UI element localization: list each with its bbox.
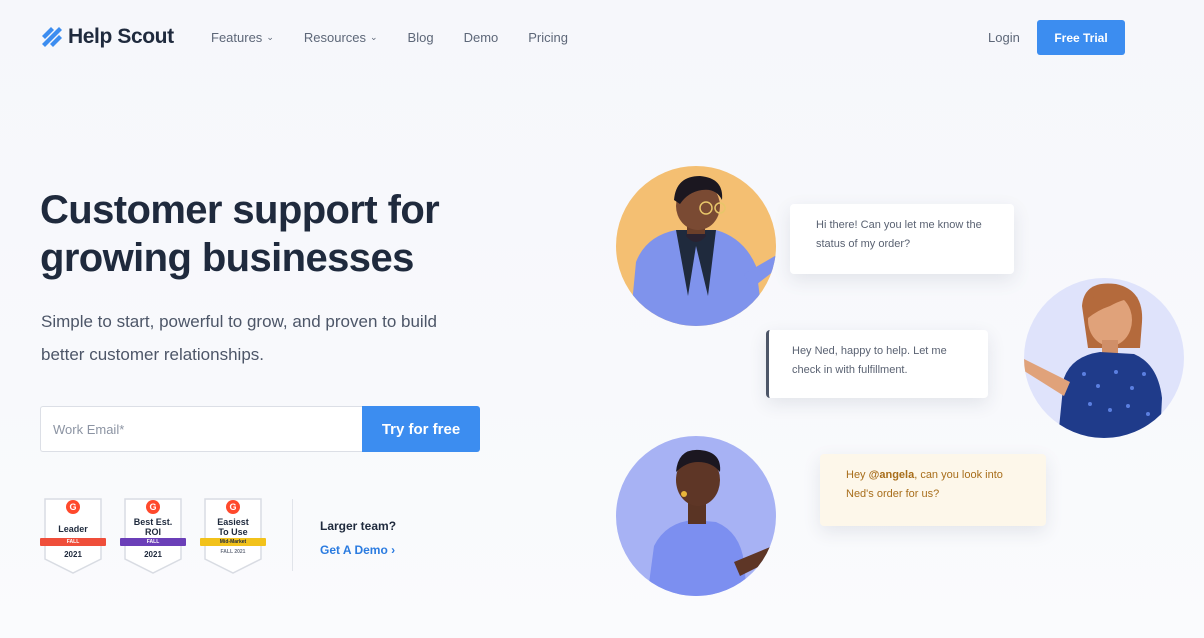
nav-item-label: Resources [303, 30, 366, 45]
chat-bubble-customer: Hi there! Can you let me know the status… [790, 204, 1014, 274]
free-trial-button[interactable]: Free Trial [1037, 20, 1125, 55]
badge-year: FALL 2021 [220, 549, 246, 555]
badge-title: Easiest To Use [217, 517, 249, 537]
avatar-teammate [616, 436, 776, 596]
nav-item-label: Pricing [528, 30, 569, 45]
login-link[interactable]: Login [988, 30, 1020, 45]
site-header: Help Scout Features ⌄ Resources ⌄ Blog D… [0, 0, 1204, 76]
g2-logo-icon: G [66, 500, 80, 514]
bubble-text-prefix: Hey [846, 469, 869, 481]
mention-angela: @angela [868, 469, 915, 481]
customer-illustration [629, 176, 776, 326]
g2-badge-easiest-to-use: G Easiest To Use Mid-Market FALL 2021 [200, 497, 266, 575]
badge-title: Leader [58, 524, 88, 534]
award-badges: G Leader FALL 2021 G Best Est. ROI FALL … [40, 497, 282, 575]
hero-title: Customer support for growing businesses [40, 188, 440, 280]
signup-form: Try for free [40, 406, 480, 452]
badge-year: 2021 [64, 550, 82, 559]
g2-badge-leader: G Leader FALL 2021 [40, 497, 106, 575]
chat-bubble-agent: Hey Ned, happy to help. Let me check in … [766, 330, 988, 398]
nav-item-pricing[interactable]: Pricing [528, 30, 568, 45]
badge-ribbon: Mid-Market [200, 538, 266, 546]
g2-logo-icon: G [146, 500, 160, 514]
badge-ribbon: FALL [40, 538, 106, 546]
larger-team-label: Larger team? [320, 519, 397, 533]
agent-illustration [1024, 283, 1162, 438]
chat-bubble-mention: Hey @angela, can you look into Ned's ord… [820, 454, 1046, 526]
badge-year: 2021 [144, 550, 162, 559]
avatar-support-agent [1024, 278, 1184, 438]
nav-item-features[interactable]: Features ⌄ [211, 30, 274, 45]
helpscout-logo[interactable]: Help Scout [40, 24, 174, 50]
hero-subtitle: Simple to start, powerful to grow, and p… [41, 312, 437, 364]
chevron-down-icon: ⌄ [266, 32, 274, 42]
nav-item-blog[interactable]: Blog [408, 30, 434, 45]
get-a-demo-link[interactable]: Get A Demo › [320, 543, 395, 557]
badge-title: Best Est. ROI [133, 517, 173, 537]
hero-illustration: Hi there! Can you let me know the status… [600, 150, 1200, 610]
nav-item-label: Demo [463, 30, 499, 45]
helpscout-logo-icon [42, 27, 62, 47]
nav-item-label: Blog [407, 30, 434, 45]
nav-item-resources[interactable]: Resources ⌄ [304, 30, 378, 45]
divider [292, 499, 293, 571]
avatar-customer [616, 166, 776, 326]
g2-badge-best-roi: G Best Est. ROI FALL 2021 [120, 497, 186, 575]
teammate-illustration [647, 449, 776, 596]
work-email-input[interactable] [40, 406, 362, 452]
nav-item-demo[interactable]: Demo [464, 30, 499, 45]
nav-item-label: Features [211, 30, 263, 45]
try-for-free-button[interactable]: Try for free [362, 406, 480, 452]
main-nav: Features ⌄ Resources ⌄ Blog Demo Pricing [211, 30, 598, 45]
chevron-down-icon: ⌄ [370, 32, 378, 42]
logo-text: Help Scout [68, 25, 174, 48]
g2-logo-icon: G [226, 500, 240, 514]
badge-ribbon: FALL [120, 538, 186, 546]
